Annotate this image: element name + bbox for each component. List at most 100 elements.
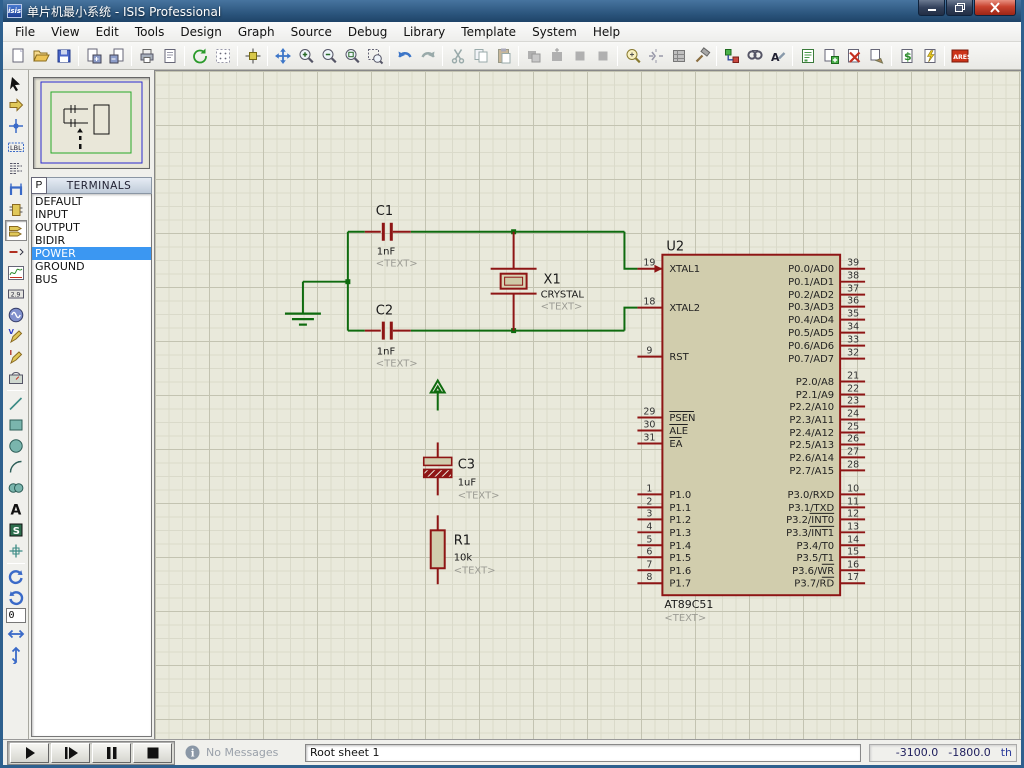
- 2d-marker-button[interactable]: [5, 540, 27, 561]
- export-sheet-button[interactable]: [105, 44, 128, 68]
- stop-button[interactable]: [133, 743, 172, 763]
- mirror-h-button[interactable]: [5, 623, 27, 644]
- menu-edit[interactable]: Edit: [88, 23, 127, 41]
- grid-button[interactable]: [211, 44, 234, 68]
- label-mode-button[interactable]: LBL: [5, 136, 27, 157]
- bom-button[interactable]: $: [895, 44, 918, 68]
- 2d-text-button[interactable]: A: [5, 498, 27, 519]
- titlebar[interactable]: isis 单片机最小系统 - ISIS Professional: [3, 0, 1021, 22]
- instrument-mode-button[interactable]: [5, 367, 27, 388]
- junction-mode-button[interactable]: [5, 115, 27, 136]
- graph-mode-button[interactable]: [5, 262, 27, 283]
- goto-sheet-button[interactable]: [865, 44, 888, 68]
- autoroute-button[interactable]: [720, 44, 743, 68]
- block-delete-button[interactable]: [591, 44, 614, 68]
- menu-file[interactable]: File: [7, 23, 43, 41]
- terminal-item-input[interactable]: INPUT: [32, 208, 151, 221]
- undo-button[interactable]: [393, 44, 416, 68]
- make-device-button[interactable]: [644, 44, 667, 68]
- close-button[interactable]: [974, 0, 1016, 16]
- remove-sheet-button[interactable]: [842, 44, 865, 68]
- schematic-preview[interactable]: [33, 77, 150, 169]
- mirror-v-button[interactable]: [5, 644, 27, 665]
- tape-mode-button[interactable]: 2.9: [5, 283, 27, 304]
- block-rotate-button[interactable]: [568, 44, 591, 68]
- subcircuit-mode-button[interactable]: [5, 199, 27, 220]
- terminal-mode-button[interactable]: [5, 220, 27, 241]
- terminal-item-bus[interactable]: BUS: [32, 273, 151, 286]
- 2d-arc-button[interactable]: [5, 456, 27, 477]
- rotate-cw-button[interactable]: [5, 566, 27, 587]
- refresh-button[interactable]: [188, 44, 211, 68]
- play-button[interactable]: [10, 743, 49, 763]
- menu-graph[interactable]: Graph: [230, 23, 283, 41]
- block-copy-button[interactable]: [522, 44, 545, 68]
- zoom-area-button[interactable]: [363, 44, 386, 68]
- zoom-all-button[interactable]: [340, 44, 363, 68]
- erc-button[interactable]: [918, 44, 941, 68]
- script-mode-button[interactable]: [5, 157, 27, 178]
- search-button[interactable]: [743, 44, 766, 68]
- zoom-in-button[interactable]: [294, 44, 317, 68]
- 2d-path-button[interactable]: [5, 477, 27, 498]
- bus-mode-button[interactable]: [5, 178, 27, 199]
- open-file-button[interactable]: [29, 44, 52, 68]
- paste-button[interactable]: [492, 44, 515, 68]
- new-file-button[interactable]: [6, 44, 29, 68]
- pick-device-button[interactable]: P: [31, 177, 47, 194]
- rotate-ccw-button[interactable]: [5, 587, 27, 608]
- import-sheet-button[interactable]: [82, 44, 105, 68]
- crystal-x1[interactable]: X1 CRYSTAL <TEXT>: [491, 232, 585, 331]
- design-explorer-button[interactable]: [796, 44, 819, 68]
- iprobe-mode-button[interactable]: I: [5, 346, 27, 367]
- pause-button[interactable]: [92, 743, 131, 763]
- zoom-out-button[interactable]: [317, 44, 340, 68]
- redo-button[interactable]: [416, 44, 439, 68]
- terminal-item-ground[interactable]: GROUND: [32, 260, 151, 273]
- 2d-box-button[interactable]: [5, 414, 27, 435]
- component-mode-button[interactable]: [5, 94, 27, 115]
- 2d-symbol-button[interactable]: S: [5, 519, 27, 540]
- 2d-circle-button[interactable]: [5, 435, 27, 456]
- terminal-item-power[interactable]: POWER: [32, 247, 151, 260]
- menu-template[interactable]: Template: [453, 23, 524, 41]
- menu-tools[interactable]: Tools: [127, 23, 173, 41]
- origin-button[interactable]: [241, 44, 264, 68]
- 2d-line-button[interactable]: [5, 393, 27, 414]
- schematic-canvas[interactable]: C1 1nF <TEXT> C2 1nF <TEXT>: [155, 70, 1021, 739]
- rotation-angle-input[interactable]: [6, 608, 26, 623]
- menu-design[interactable]: Design: [172, 23, 229, 41]
- resistor-r1[interactable]: R1 10k <TEXT>: [431, 515, 496, 584]
- menu-library[interactable]: Library: [395, 23, 453, 41]
- block-move-button[interactable]: [545, 44, 568, 68]
- terminal-item-bidir[interactable]: BIDIR: [32, 234, 151, 247]
- menu-help[interactable]: Help: [585, 23, 628, 41]
- menu-view[interactable]: View: [43, 23, 87, 41]
- terminal-item-output[interactable]: OUTPUT: [32, 221, 151, 234]
- message-panel[interactable]: i No Messages: [185, 745, 293, 760]
- copy-button[interactable]: [469, 44, 492, 68]
- pan-button[interactable]: [271, 44, 294, 68]
- menu-source[interactable]: Source: [283, 23, 340, 41]
- power-terminal[interactable]: [431, 381, 445, 411]
- print-button[interactable]: [135, 44, 158, 68]
- save-file-button[interactable]: [52, 44, 75, 68]
- menu-system[interactable]: System: [524, 23, 585, 41]
- capacitor-c1[interactable]: C1 1nF <TEXT>: [365, 204, 418, 270]
- ares-button[interactable]: ARES: [948, 44, 971, 68]
- pin-mode-button[interactable]: [5, 241, 27, 262]
- new-sheet-button[interactable]: [819, 44, 842, 68]
- ground-symbol[interactable]: [285, 314, 321, 325]
- generator-mode-button[interactable]: [5, 304, 27, 325]
- capacitor-c3[interactable]: C3 1uF <TEXT>: [424, 442, 500, 501]
- property-tool-button[interactable]: A: [766, 44, 789, 68]
- restore-button[interactable]: [946, 0, 973, 16]
- root-sheet-selector[interactable]: Root sheet 1: [305, 744, 861, 762]
- vprobe-mode-button[interactable]: V: [5, 325, 27, 346]
- terminal-item-default[interactable]: DEFAULT: [32, 195, 151, 208]
- terminal-list[interactable]: DEFAULTINPUTOUTPUTBIDIRPOWERGROUNDBUS: [31, 194, 152, 737]
- mark-output-button[interactable]: [158, 44, 181, 68]
- menu-debug[interactable]: Debug: [340, 23, 395, 41]
- packaging-button[interactable]: [667, 44, 690, 68]
- minimize-button[interactable]: [918, 0, 945, 16]
